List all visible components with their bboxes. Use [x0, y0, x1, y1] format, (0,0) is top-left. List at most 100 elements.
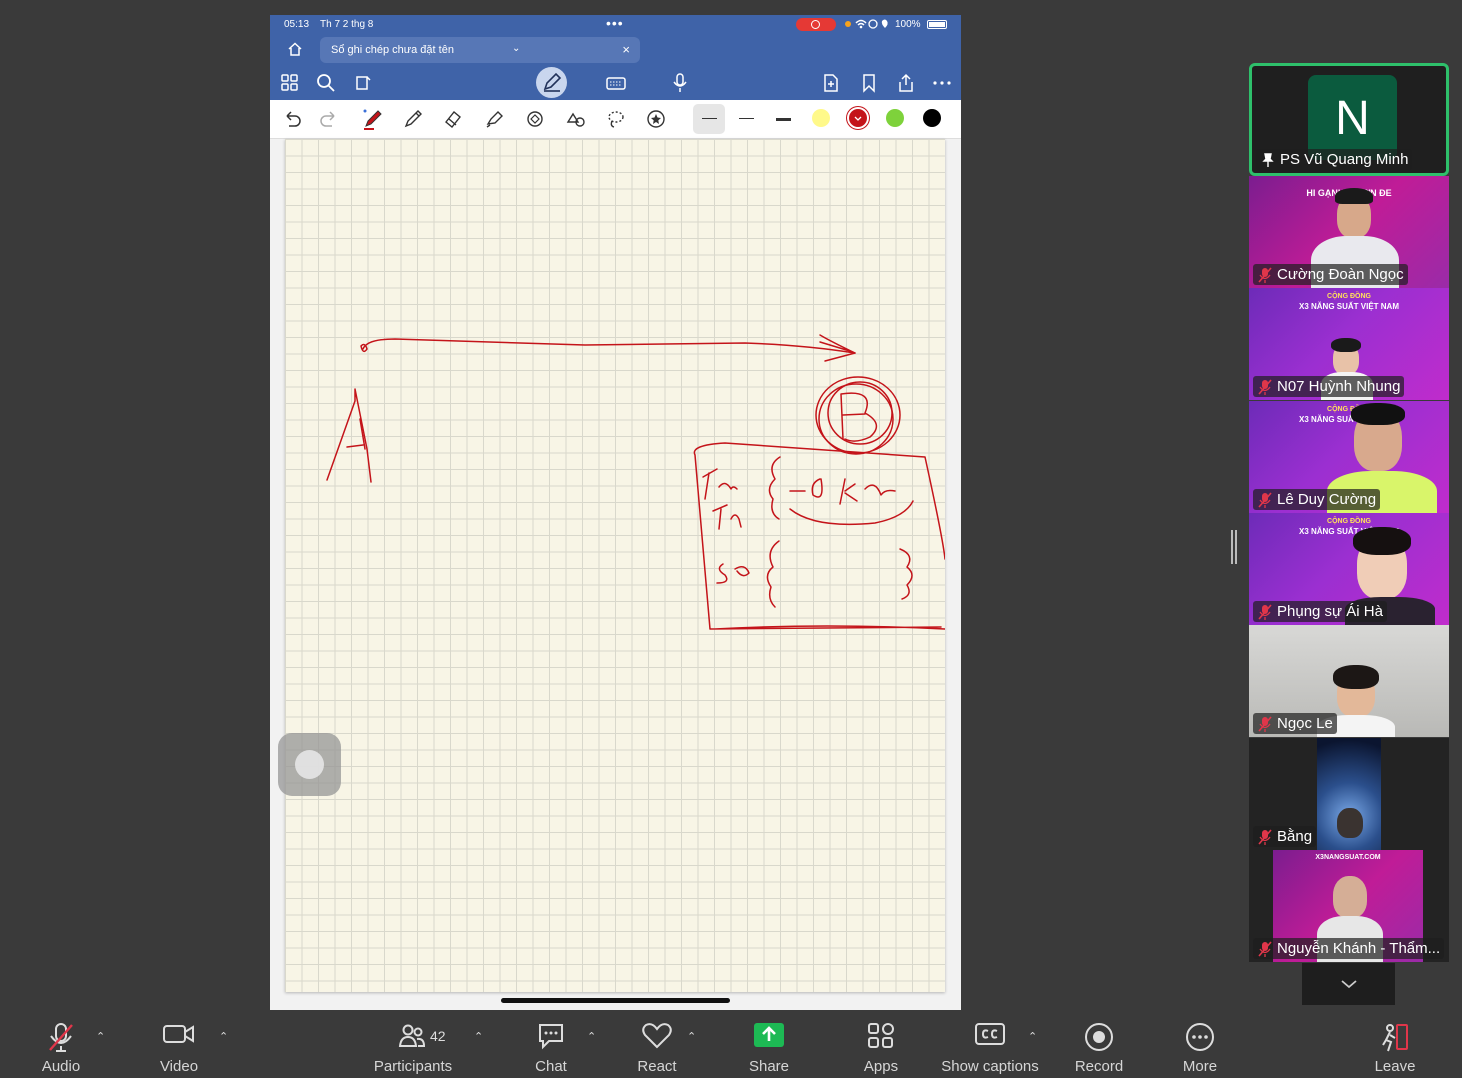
- mic-muted-icon: [1258, 604, 1272, 620]
- undo-icon[interactable]: [281, 108, 303, 130]
- banner-community-name: X3 NĂNG SUẤT VIỆT NAM: [1298, 302, 1399, 311]
- underline-curve: [789, 500, 914, 526]
- video-button[interactable]: Video: [148, 1012, 210, 1078]
- share-icon[interactable]: [896, 73, 916, 93]
- leave-label: Leave: [1374, 1058, 1416, 1075]
- share-button[interactable]: Share: [738, 1012, 800, 1078]
- participant-tile[interactable]: HI GẠNH U ẠƠN ĐE Cường Đoàn Ngọc: [1249, 176, 1449, 288]
- status-icons: [844, 18, 892, 33]
- apps-button[interactable]: Apps: [850, 1012, 912, 1078]
- grid-icon[interactable]: [280, 73, 300, 93]
- handwriting-ink: [326, 334, 945, 630]
- element-icon[interactable]: [565, 108, 587, 130]
- audio-button[interactable]: Audio: [30, 1012, 92, 1078]
- banner-website: X3NANGSUAT.COM: [1315, 854, 1381, 861]
- react-button[interactable]: React: [626, 1012, 688, 1078]
- stroke-thin[interactable]: [702, 118, 717, 119]
- pencil-mode-button[interactable]: [536, 67, 567, 98]
- participant-tile-pinned[interactable]: N PS Vũ Quang Minh: [1249, 63, 1449, 176]
- participant-tile[interactable]: Ngọc Le: [1249, 625, 1449, 737]
- color-swatch-yellow[interactable]: [812, 109, 830, 127]
- participant-tile[interactable]: X3NANGSUAT.COM Nguyễn Khánh - Thẩm...: [1249, 850, 1449, 962]
- participants-count: 42: [430, 1028, 446, 1044]
- more-icon[interactable]: [932, 73, 952, 93]
- participants-button[interactable]: 42 Participants: [368, 1012, 458, 1078]
- handwriting-tam: [702, 468, 738, 500]
- notebook-tab-bar: Sổ ghi chép chưa đặt tên ⌄ ×: [270, 35, 961, 65]
- more-button[interactable]: More: [1169, 1012, 1231, 1078]
- participant-name: Bằng: [1253, 826, 1317, 847]
- pen-tool-icon[interactable]: [362, 108, 384, 130]
- arrow-line: [362, 338, 856, 354]
- home-indicator[interactable]: [501, 998, 730, 1003]
- participant-tile[interactable]: CỘNG ĐỒNG X3 NĂNG SUẤT VIỆT NAM Phụng sự…: [1249, 513, 1449, 625]
- mic-muted-icon: [1258, 267, 1272, 283]
- ipad-date: Th 7 2 thg 8: [320, 19, 374, 30]
- participant-tile[interactable]: Bằng: [1249, 738, 1449, 850]
- brace-1: [768, 456, 781, 520]
- participant-tile[interactable]: CỘNG ĐỒNG X3 NĂNG SUẤT VIỆT NAM Lê Duy C…: [1249, 401, 1449, 513]
- leave-button[interactable]: Leave: [1364, 1012, 1426, 1078]
- microphone-icon[interactable]: [670, 73, 690, 93]
- arrow-head: [819, 334, 856, 362]
- split-view-handle[interactable]: [1231, 530, 1237, 564]
- grid-paper[interactable]: [285, 139, 945, 992]
- color-swatch-black[interactable]: [923, 109, 941, 127]
- chevron-down-icon[interactable]: ⌄: [512, 43, 520, 54]
- letter-a-stroke: [326, 388, 372, 483]
- share-label: Share: [748, 1058, 790, 1075]
- pencil-tool-icon[interactable]: [402, 108, 424, 130]
- mic-muted-icon: [1258, 492, 1272, 508]
- search-icon[interactable]: [316, 73, 336, 93]
- gallery-scroll-down-button[interactable]: [1302, 963, 1395, 1005]
- video-options-caret-icon[interactable]: ⌃: [219, 1030, 228, 1043]
- chat-icon: [539, 1024, 563, 1050]
- close-tab-icon[interactable]: ×: [622, 42, 630, 57]
- ipad-status-bar: 05:13 Th 7 2 thg 8 ••• 100%: [270, 15, 961, 35]
- record-button[interactable]: Record: [1068, 1012, 1130, 1078]
- stroke-width-selected[interactable]: [693, 104, 725, 134]
- home-icon[interactable]: [287, 42, 303, 56]
- stroke-medium[interactable]: [739, 118, 754, 119]
- audio-label: Audio: [41, 1058, 81, 1075]
- pencil-icon: [543, 72, 562, 92]
- chat-options-caret-icon[interactable]: ⌃: [587, 1030, 596, 1043]
- handwriting-tri: [712, 504, 742, 530]
- multitask-dots-icon: •••: [606, 15, 624, 31]
- participants-icon: [398, 1024, 426, 1047]
- participants-options-caret-icon[interactable]: ⌃: [474, 1030, 483, 1043]
- react-options-caret-icon[interactable]: ⌃: [687, 1030, 696, 1043]
- record-label: Record: [1074, 1058, 1124, 1075]
- person-face: [1333, 876, 1367, 918]
- audio-options-caret-icon[interactable]: ⌃: [96, 1030, 105, 1043]
- pin-icon: [1262, 153, 1274, 167]
- shapes-icon[interactable]: [524, 108, 546, 130]
- color-swatch-green[interactable]: [886, 109, 904, 127]
- show-captions-button[interactable]: Show captions: [940, 1012, 1040, 1078]
- box-outline: [693, 442, 945, 630]
- stroke-thick[interactable]: [776, 118, 791, 121]
- notebook-canvas[interactable]: [270, 139, 961, 1010]
- lasso-icon[interactable]: [605, 108, 627, 130]
- bookmark-icon[interactable]: [859, 73, 879, 93]
- video-camera-icon: [163, 1025, 194, 1043]
- add-page-icon[interactable]: [353, 73, 373, 93]
- pen-toolbar: [270, 100, 961, 139]
- banner-community: CỘNG ĐỒNG: [1327, 518, 1371, 525]
- chat-button[interactable]: Chat: [520, 1012, 582, 1078]
- banner-community: CỘNG ĐỒNG: [1327, 406, 1371, 413]
- meeting-controls: Audio ⌃ Video ⌃ 42 Participants ⌃ Chat ⌃…: [0, 1012, 1462, 1078]
- redo-icon[interactable]: [318, 108, 340, 130]
- color-swatch-red[interactable]: [849, 109, 867, 127]
- sticker-icon[interactable]: [645, 108, 667, 130]
- chevron-down-icon: [1341, 980, 1357, 989]
- participant-tile[interactable]: CỘNG ĐỒNG X3 NĂNG SUẤT VIỆT NAM N07 Huỳn…: [1249, 288, 1449, 400]
- keyboard-icon[interactable]: [606, 73, 626, 93]
- eraser-icon[interactable]: [442, 108, 464, 130]
- participant-name: N07 Huỳnh Nhung: [1253, 376, 1405, 397]
- captions-options-caret-icon[interactable]: ⌃: [1028, 1030, 1037, 1043]
- notebook-tab[interactable]: Sổ ghi chép chưa đặt tên ⌄ ×: [320, 37, 640, 63]
- new-document-icon[interactable]: [821, 73, 841, 93]
- highlighter-icon[interactable]: [483, 108, 505, 130]
- assistive-touch-button[interactable]: [278, 733, 341, 796]
